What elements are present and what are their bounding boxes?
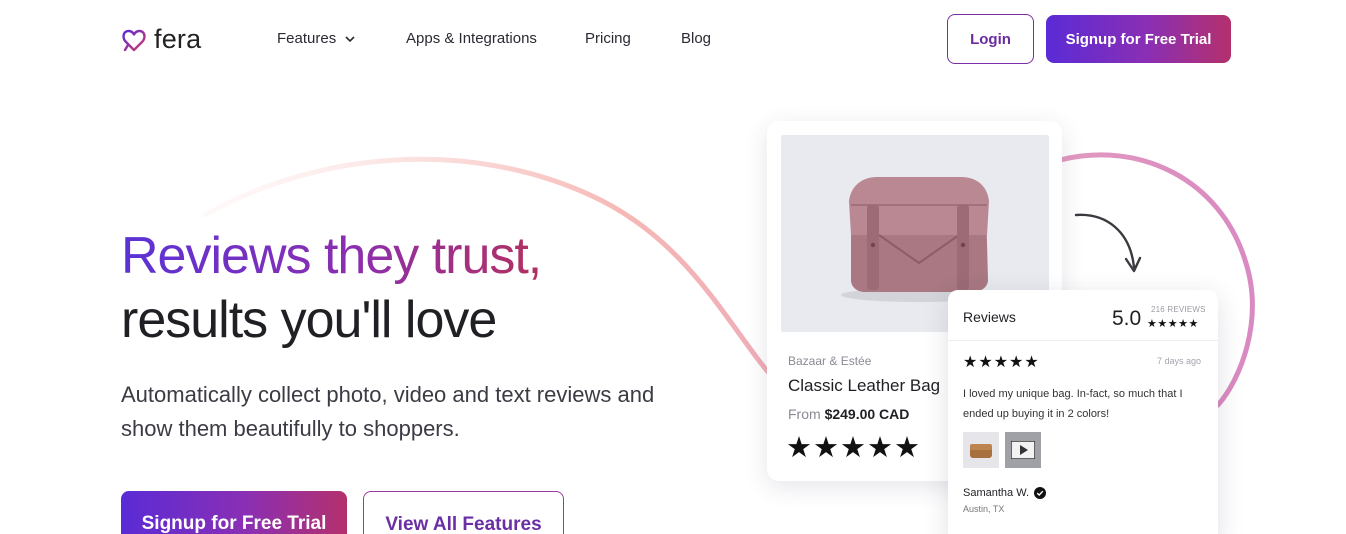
- review-author: Samantha W.: [963, 487, 1047, 499]
- price-value: $249.00 CAD: [824, 406, 910, 422]
- review-stars: ★★★★★: [963, 354, 1040, 371]
- price-prefix: From: [788, 406, 821, 422]
- reviews-score: 5.0: [1112, 307, 1142, 330]
- review-photo-thumbnail[interactable]: [963, 432, 999, 468]
- hero-headline-line1: Reviews they trust,: [121, 227, 542, 285]
- chevron-down-icon: [345, 35, 355, 42]
- review-location: Austin, TX: [963, 504, 1005, 514]
- product-rating-stars: ★★★★★: [786, 432, 921, 464]
- hero-headline-line2: results you'll love: [121, 291, 497, 349]
- play-icon: [1011, 441, 1035, 459]
- nav-features[interactable]: Features: [277, 30, 356, 47]
- nav-pricing[interactable]: Pricing: [585, 30, 631, 47]
- product-brand: Bazaar & Estée: [788, 354, 872, 368]
- signup-button-hero[interactable]: Signup for Free Trial: [121, 491, 347, 534]
- bag-thumbnail-image: [970, 444, 992, 458]
- divider: [948, 340, 1218, 341]
- product-name[interactable]: Classic Leather Bag: [788, 376, 940, 396]
- review-video-thumbnail[interactable]: [1005, 432, 1041, 468]
- hero-subtitle: Automatically collect photo, video and t…: [121, 382, 655, 441]
- curved-arrow-icon: [1074, 213, 1142, 273]
- heart-chat-icon: [122, 29, 146, 51]
- reviews-summary-stars: ★★★★★: [1147, 318, 1199, 330]
- review-body: I loved my unique bag. In-fact, so much …: [963, 388, 1183, 420]
- product-price: From $249.00 CAD: [788, 406, 909, 422]
- fera-logo[interactable]: fera: [120, 24, 201, 55]
- signup-button-nav[interactable]: Signup for Free Trial: [1046, 15, 1231, 63]
- view-features-button[interactable]: View All Features: [363, 491, 564, 534]
- verified-badge-icon: [1034, 487, 1047, 499]
- review-author-name: Samantha W.: [963, 487, 1030, 499]
- reviews-count: 216 REVIEWS: [1151, 305, 1206, 314]
- reviews-widget: Reviews 5.0 216 REVIEWS ★★★★★ ★★★★★ 7 da…: [948, 290, 1218, 534]
- logo-text: fera: [154, 24, 202, 54]
- nav-blog[interactable]: Blog: [681, 30, 711, 47]
- review-date: 7 days ago: [1157, 356, 1202, 366]
- login-button[interactable]: Login: [947, 14, 1034, 64]
- nav-apps-integrations[interactable]: Apps & Integrations: [406, 30, 537, 47]
- reviews-title: Reviews: [963, 309, 1016, 325]
- top-navigation: fera Features Apps & Integrations Pricin…: [0, 0, 1346, 78]
- nav-features-label: Features: [277, 30, 337, 47]
